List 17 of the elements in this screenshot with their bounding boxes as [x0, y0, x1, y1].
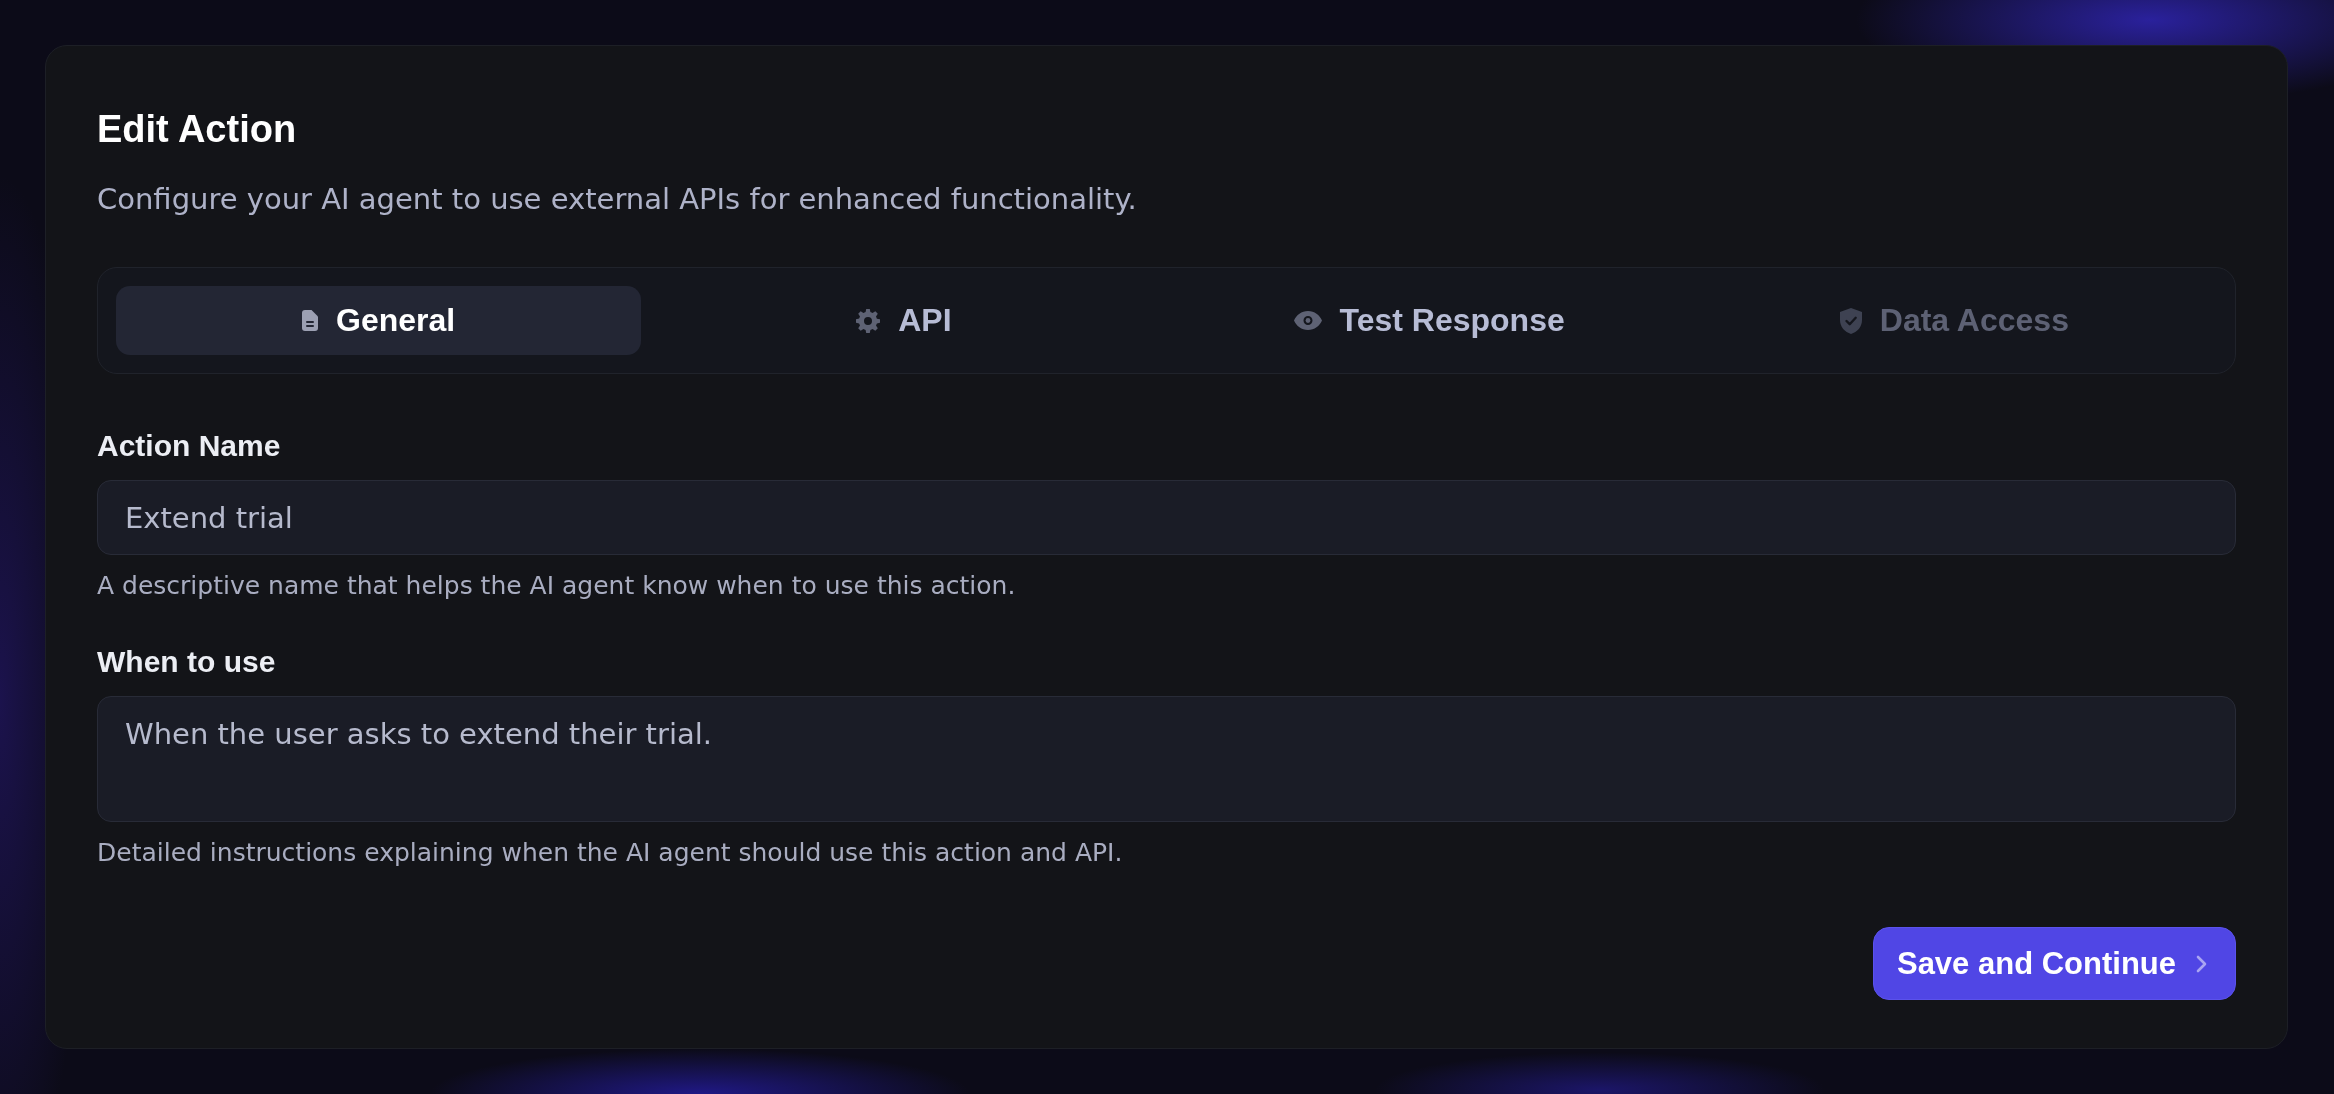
field-label: When to use [97, 644, 277, 680]
save-continue-button[interactable]: Save and Continue [1872, 927, 2236, 1000]
document-icon [302, 310, 319, 331]
tab[interactable]: API [641, 286, 1167, 355]
field-label: Action Name [97, 428, 282, 464]
tab[interactable]: General [116, 286, 642, 355]
dialog-subtitle: Configure your AI agent to use external APIs for enhanced functionality. [97, 181, 1138, 218]
input-field[interactable]: Extend trial [97, 480, 2236, 555]
chevron-right-icon [2196, 954, 2207, 973]
textarea-field[interactable]: When the user asks to extend their trial. [97, 696, 2236, 822]
dialog-title: Edit Action [97, 107, 298, 152]
gear-icon [856, 308, 881, 333]
shield-check-icon [1839, 307, 1862, 334]
help-text: Detailed instructions explaining when the AI agent should use this action and API. [97, 837, 1124, 869]
help-text: A descriptive name that helps the AI agent know when to use this action. [97, 570, 1017, 602]
eye-icon [1293, 311, 1322, 330]
tab[interactable]: Test Response [1166, 286, 1692, 355]
